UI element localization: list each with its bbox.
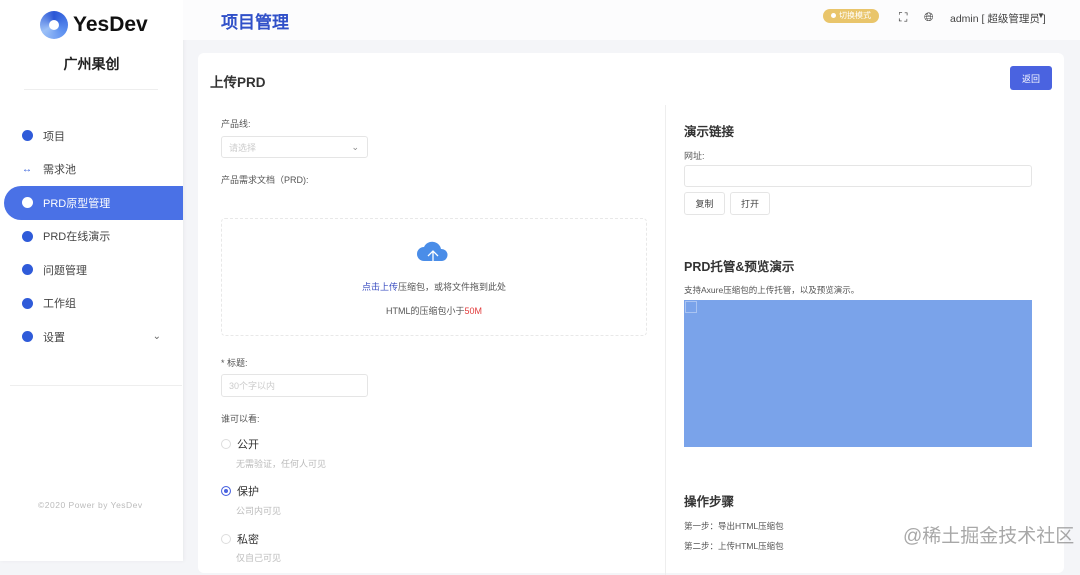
layers-icon — [22, 197, 33, 209]
sidebar-item-label: 设置 — [43, 331, 65, 344]
cube-icon — [22, 230, 33, 242]
demo-link-title: 演示链接 — [684, 125, 735, 139]
radio-private[interactable]: 私密 — [221, 531, 259, 547]
card-title: 上传PRD — [210, 75, 266, 90]
url-label: 网址: — [684, 151, 705, 161]
sidebar-item-prd-demo[interactable]: PRD在线演示 — [0, 220, 183, 254]
divider — [24, 89, 158, 90]
select-placeholder: 请选择 — [229, 142, 257, 153]
product-line-select[interactable]: 请选择 ⌄ — [221, 136, 368, 158]
brand-name: YesDev — [73, 13, 148, 36]
gear-icon — [22, 331, 33, 343]
open-button[interactable]: 打开 — [730, 192, 770, 215]
radio-label: 保护 — [237, 486, 259, 498]
prd-hosting-title: PRD托管&预览演示 — [684, 260, 795, 274]
radio-desc: 仅自己可见 — [236, 553, 282, 563]
sidebar-item-workgroup[interactable]: 工作组 — [0, 287, 183, 321]
upload-size-limit: 50M — [464, 306, 482, 316]
upload-hint-text: HTML的压缩包小于 — [385, 306, 465, 316]
sidebar-item-label: 需求池 — [43, 164, 76, 177]
cloud-upload-icon — [417, 241, 448, 268]
radio-circle-selected[interactable] — [221, 486, 231, 496]
copyright: ©2020 Power by YesDev — [38, 500, 143, 510]
globe-icon[interactable]: 🌐︎ — [924, 10, 934, 25]
radio-desc: 公司内可见 — [236, 506, 282, 516]
radio-label: 私密 — [237, 534, 259, 546]
sidebar-item-settings[interactable]: 设置 ⌄ — [0, 320, 183, 354]
fullscreen-icon[interactable]: ⛶ — [899, 10, 907, 25]
code-arrows-icon: ↔ — [22, 163, 32, 175]
url-input[interactable] — [684, 165, 1032, 187]
sidebar-item-prd-management[interactable]: PRD原型管理 — [4, 186, 183, 220]
title-label: * 标题: — [221, 358, 248, 368]
chevron-down-icon: ⌄ — [152, 331, 161, 343]
user-menu[interactable]: admin [ 超级管理员 ] — [950, 11, 1046, 26]
title-placeholder: 30个字以内 — [229, 381, 276, 391]
upload-instruction: 压缩包，或将文件拖到此处 — [398, 282, 507, 292]
sidebar-item-label: 项目 — [43, 130, 65, 143]
org-name: 广州果创 — [63, 56, 120, 72]
team-icon — [22, 297, 33, 309]
radio-circle[interactable] — [221, 534, 231, 544]
radio-label: 公开 — [237, 439, 259, 451]
preview-area — [684, 300, 1032, 447]
prd-label: 产品需求文档（PRD): — [221, 175, 309, 185]
sidebar-item-label: 问题管理 — [43, 264, 87, 277]
sidebar-item-label: PRD在线演示 — [43, 231, 111, 244]
title-input[interactable]: 30个字以内 — [221, 374, 368, 397]
upload-link[interactable]: 点击上传 — [362, 282, 398, 292]
radio-protected[interactable]: 保护 — [221, 483, 259, 499]
logo: YesDev — [40, 11, 148, 39]
sidebar-item-issues[interactable]: 问题管理 — [0, 253, 183, 287]
broken-image-icon — [685, 301, 697, 313]
prd-hosting-desc: 支持Axure压缩包的上传托管，以及预览演示。 — [684, 285, 860, 295]
header: 项目管理 切换模式 ⛶ 🌐︎ admin [ 超级管理员 ] ▼ — [183, 0, 1080, 40]
product-line-label: 产品线: — [221, 119, 251, 129]
box-icon — [22, 264, 33, 276]
sidebar-nav: 项目 ↔ 需求池 PRD原型管理 PRD在线演示 问题管理 工作组 设置 ⌄ — [0, 119, 183, 354]
chevron-down-icon: ⌄ — [351, 141, 359, 152]
upload-prd-card: 上传PRD 返回 产品线: 请选择 ⌄ 产品需求文档（PRD): 点击上传压缩包，… — [198, 53, 1064, 575]
upload-text: 点击上传压缩包，或将文件拖到此处 — [222, 280, 646, 293]
upload-hint: HTML的压缩包小于50M — [222, 304, 646, 317]
watermark: @稀土掘金技术社区 — [903, 526, 1075, 547]
upload-dropzone[interactable]: 点击上传压缩包，或将文件拖到此处 HTML的压缩包小于50M — [221, 218, 647, 336]
caret-down-icon[interactable]: ▼ — [1037, 11, 1045, 20]
sidebar-item-project[interactable]: 项目 — [0, 119, 183, 153]
copy-button[interactable]: 复制 — [684, 192, 725, 215]
logo-icon — [40, 11, 68, 39]
visibility-label: 谁可以看: — [221, 414, 260, 424]
radio-desc: 无需验证，任何人可见 — [236, 459, 327, 469]
mode-switch-badge[interactable]: 切换模式 — [823, 9, 879, 23]
sidebar: YesDev 广州果创 项目 ↔ 需求池 PRD原型管理 PRD在线演示 问题管理… — [0, 0, 183, 561]
page-title: 项目管理 — [221, 13, 289, 32]
step-item: 第一步：导出HTML压缩包 — [684, 521, 784, 531]
sidebar-item-requirements[interactable]: ↔ 需求池 — [0, 153, 183, 187]
divider — [10, 385, 182, 386]
radio-circle[interactable] — [221, 439, 231, 449]
steps-title: 操作步骤 — [684, 495, 735, 509]
sidebar-item-label: 工作组 — [43, 298, 76, 311]
step-item: 第二步：上传HTML压缩包 — [684, 541, 784, 551]
back-button[interactable]: 返回 — [1010, 66, 1052, 90]
sidebar-item-label: PRD原型管理 — [43, 197, 111, 210]
radio-public[interactable]: 公开 — [221, 436, 259, 452]
column-divider — [665, 105, 666, 575]
compass-icon — [22, 130, 33, 142]
